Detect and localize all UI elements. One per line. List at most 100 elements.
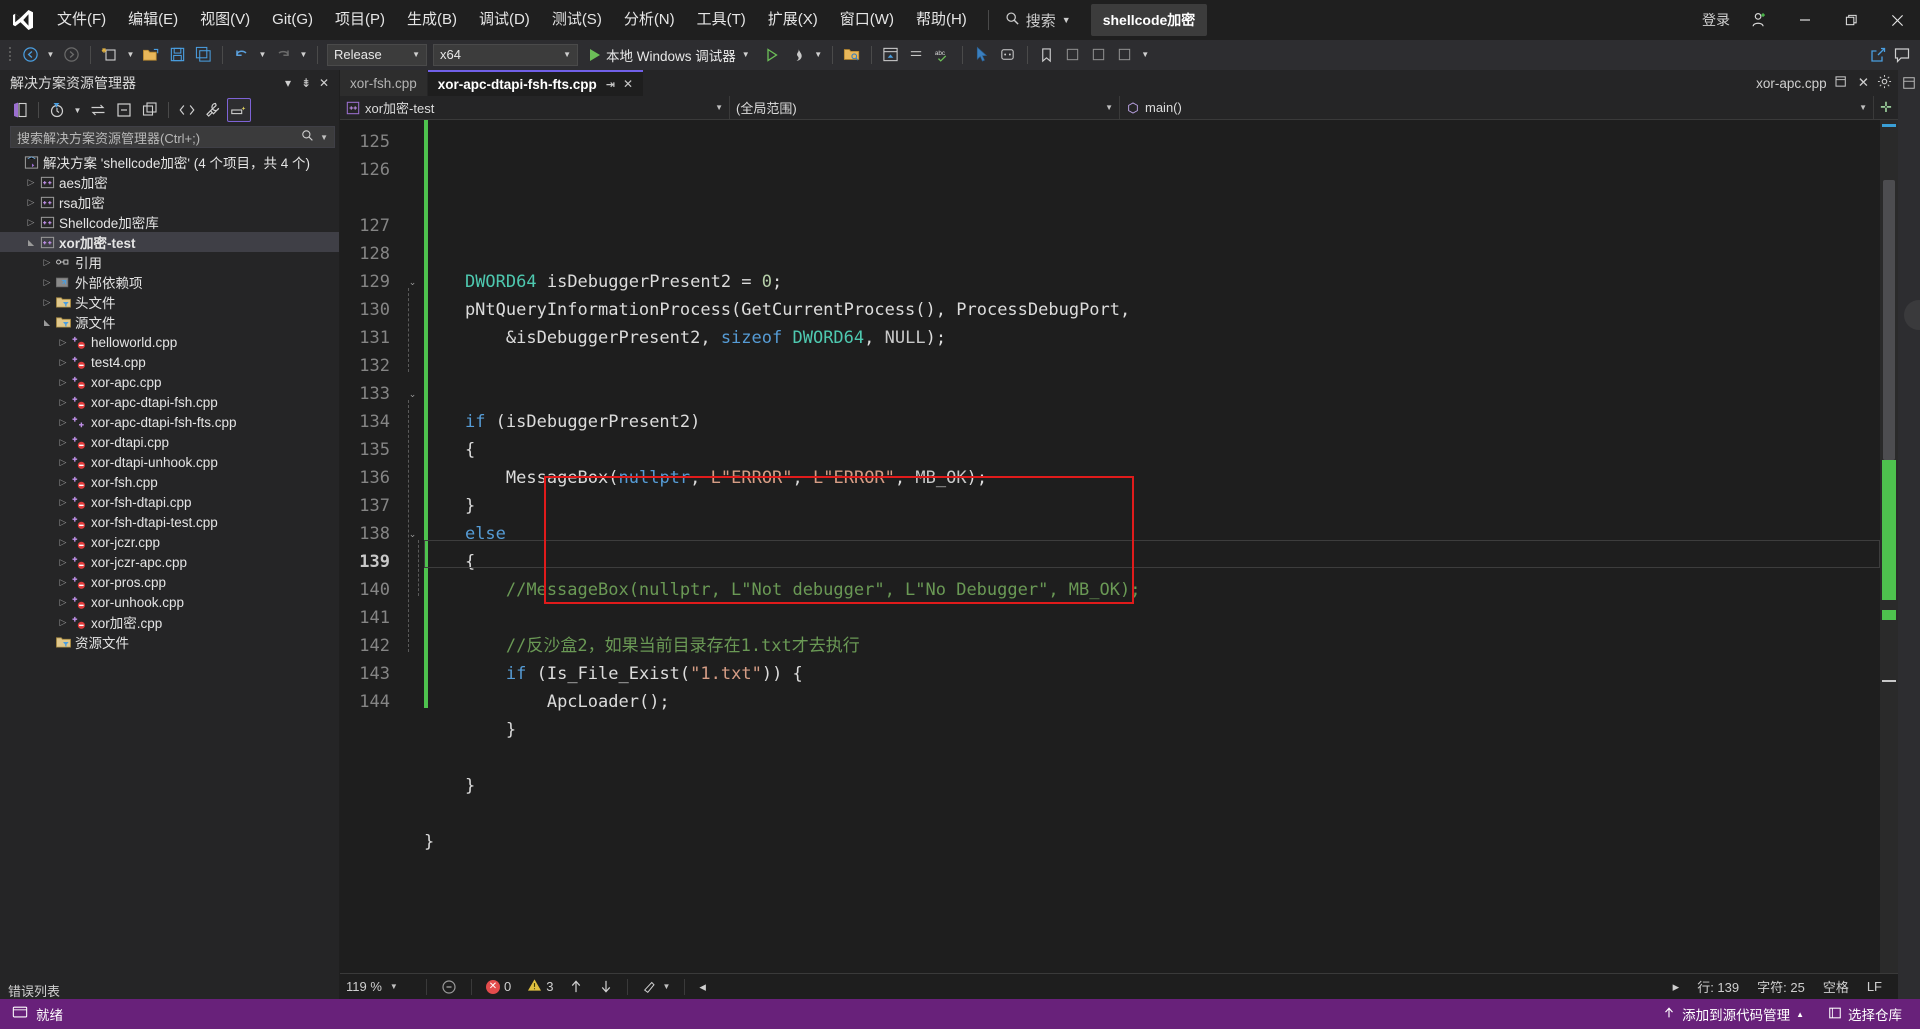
fold-toggle-icon[interactable]: ⌄	[407, 277, 418, 288]
line-ending-indicator[interactable]: LF	[1867, 979, 1882, 994]
chevron-right-icon[interactable]: ▷	[24, 177, 38, 188]
share-icon[interactable]	[1866, 43, 1890, 67]
toolbar-grip[interactable]	[6, 44, 16, 66]
toolbox-dock-label[interactable]	[1902, 111, 1916, 115]
account-add-icon[interactable]	[1736, 0, 1782, 40]
solution-name-chip[interactable]: shellcode加密	[1090, 4, 1208, 36]
minimize-button[interactable]	[1782, 0, 1828, 40]
chevron-right-icon[interactable]: ▷	[56, 577, 70, 588]
chevron-right-icon[interactable]: ▷	[56, 397, 70, 408]
scrollbar-thumb[interactable]	[1883, 180, 1895, 460]
tree-item[interactable]: ▷ xor-fsh-dtapi.cpp	[0, 492, 339, 512]
chevron-right-icon[interactable]: ▷	[56, 437, 70, 448]
configuration-combo[interactable]: Release ▼	[327, 43, 427, 66]
collapse-all-icon[interactable]	[112, 98, 136, 122]
navigate-back-button[interactable]	[18, 43, 42, 67]
tree-item[interactable]: 解决方案 'shellcode加密' (4 个项目，共 4 个)	[0, 152, 339, 172]
no-issues-icon[interactable]	[435, 979, 463, 995]
tree-item[interactable]: ▷ xor-apc-dtapi-fsh-fts.cpp	[0, 412, 339, 432]
close-button[interactable]	[1874, 0, 1920, 40]
clear-bookmarks-icon[interactable]	[1113, 43, 1137, 67]
chevron-right-icon[interactable]: ▷	[56, 377, 70, 388]
vertical-scrollbar[interactable]	[1880, 120, 1898, 973]
menu-edit[interactable]: 编辑(E)	[117, 0, 189, 40]
chevron-right-icon[interactable]: ▷	[56, 417, 70, 428]
error-count-item[interactable]: ✕ 0	[480, 979, 517, 994]
error-list-tab[interactable]: 错误列表	[0, 979, 339, 999]
add-tracking-icon[interactable]: ✛	[1874, 96, 1898, 119]
undo-dropdown[interactable]: ▼	[256, 43, 269, 67]
menu-project[interactable]: 项目(P)	[324, 0, 396, 40]
preview-selected-items-icon[interactable]	[227, 98, 251, 122]
tab-close-icon[interactable]: ✕	[623, 77, 633, 91]
spellcheck-icon[interactable]: abc	[931, 43, 955, 67]
menu-debug[interactable]: 调试(D)	[468, 0, 541, 40]
zoom-control[interactable]: 119 % ▼	[346, 979, 418, 994]
tree-item[interactable]: ▷ xor-jczr.cpp	[0, 532, 339, 552]
chevron-down-icon[interactable]: ◢	[24, 238, 38, 247]
chevron-right-icon[interactable]: ▷	[24, 217, 38, 228]
tree-item[interactable]: ▷ xor-apc-dtapi-fsh.cpp	[0, 392, 339, 412]
fold-toggle-icon[interactable]: ⌄	[407, 389, 418, 400]
chevron-right-icon[interactable]: ▷	[56, 517, 70, 528]
show-all-files-icon[interactable]	[138, 98, 162, 122]
properties-icon[interactable]	[201, 98, 225, 122]
prev-bookmark-icon[interactable]	[1061, 43, 1085, 67]
chevron-right-icon[interactable]: ▷	[56, 617, 70, 628]
window-layout-icon[interactable]	[879, 43, 903, 67]
redo-dropdown[interactable]: ▼	[297, 43, 310, 67]
next-bookmark-icon[interactable]	[1087, 43, 1111, 67]
redo-icon[interactable]	[271, 43, 295, 67]
indent-icon[interactable]	[905, 43, 929, 67]
tree-item[interactable]: ▷ xor-apc.cpp	[0, 372, 339, 392]
tree-item[interactable]: ▷ xor-unhook.cpp	[0, 592, 339, 612]
menu-extensions[interactable]: 扩展(X)	[757, 0, 829, 40]
tree-item[interactable]: ◢ xor加密-test	[0, 232, 339, 252]
chevron-right-icon[interactable]: ▷	[40, 257, 54, 268]
open-file-icon[interactable]	[139, 43, 163, 67]
tree-item[interactable]: ▷ 头文件	[0, 292, 339, 312]
copilot-icon[interactable]	[996, 43, 1020, 67]
chevron-right-icon[interactable]: ▷	[56, 457, 70, 468]
tab-xor-apc-dtapi-fsh-fts-cpp[interactable]: xor-apc-dtapi-fsh-fts.cpp ⇥ ✕	[427, 70, 644, 96]
solution-explorer-home-icon[interactable]	[8, 98, 32, 122]
source-code-text[interactable]: DWORD64 isDebuggerPresent2 = 0; pNtQuery…	[424, 120, 1880, 973]
tab-xor-fsh-cpp[interactable]: xor-fsh.cpp	[340, 70, 427, 96]
filter-dropdown-icon[interactable]: ▼	[71, 98, 84, 122]
editor-settings-icon[interactable]	[1877, 74, 1892, 92]
menu-view[interactable]: 视图(V)	[189, 0, 261, 40]
tree-item[interactable]: ▷ test4.cpp	[0, 352, 339, 372]
start-without-debug-icon[interactable]	[760, 43, 784, 67]
indentation-indicator[interactable]: 空格	[1823, 977, 1849, 996]
scroll-left-button[interactable]: ◂	[693, 979, 712, 995]
solution-explorer-search-input[interactable]: 搜索解决方案资源管理器(Ctrl+;) ▼	[10, 126, 335, 148]
panel-pin-icon[interactable]: ⇟	[297, 76, 315, 90]
tree-item[interactable]: ▷ 外部依赖项	[0, 272, 339, 292]
pointer-select-icon[interactable]	[970, 43, 994, 67]
next-issue-button[interactable]	[593, 979, 619, 994]
main-menu[interactable]: 文件(F) 编辑(E) 视图(V) Git(G) 项目(P) 生成(B) 调试(…	[46, 0, 978, 40]
warning-count-item[interactable]: 3	[521, 978, 559, 995]
undo-icon[interactable]	[230, 43, 254, 67]
chevron-down-icon[interactable]: ◢	[40, 318, 54, 327]
save-icon[interactable]	[165, 43, 189, 67]
quick-actions-button[interactable]: ▼	[636, 979, 676, 994]
tree-item[interactable]: ▷ xor-fsh.cpp	[0, 472, 339, 492]
feedback-icon[interactable]	[1890, 43, 1914, 67]
panel-options-icon[interactable]: ▾	[279, 76, 297, 90]
tree-item[interactable]: ▷ xor-jczr-apc.cpp	[0, 552, 339, 572]
new-project-icon[interactable]	[98, 43, 122, 67]
platform-combo[interactable]: x64 ▼	[433, 43, 578, 66]
search-folder-icon[interactable]	[840, 43, 864, 67]
tree-item[interactable]: ▷ xor-fsh-dtapi-test.cpp	[0, 512, 339, 532]
sign-in-label[interactable]: 登录	[1696, 10, 1736, 30]
tree-item[interactable]: ▷ Shellcode加密库	[0, 212, 339, 232]
start-debug-button[interactable]: 本地 Windows 调试器 ▼	[582, 43, 758, 67]
menu-help[interactable]: 帮助(H)	[905, 0, 978, 40]
tab-pin-icon[interactable]: ⇥	[606, 78, 615, 91]
menu-build[interactable]: 生成(B)	[396, 0, 468, 40]
sync-with-active-document-icon[interactable]	[86, 98, 110, 122]
chevron-right-icon[interactable]: ▷	[56, 337, 70, 348]
menu-file[interactable]: 文件(F)	[46, 0, 117, 40]
save-all-icon[interactable]	[191, 43, 215, 67]
